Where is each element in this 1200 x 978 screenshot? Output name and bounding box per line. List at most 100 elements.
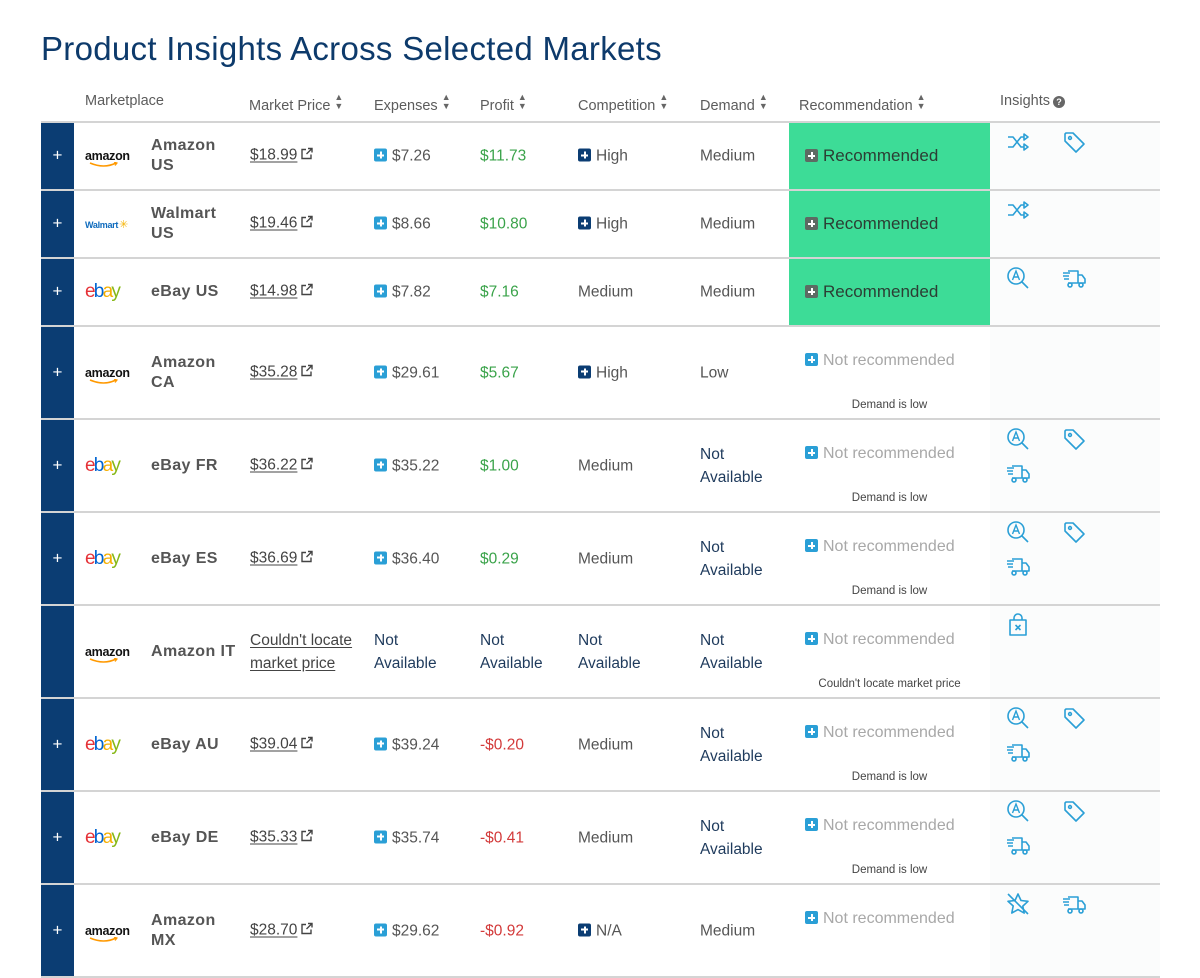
- search-text-icon[interactable]: [1005, 426, 1031, 452]
- search-text-icon[interactable]: [1005, 265, 1031, 291]
- market-price-link[interactable]: $36.22: [250, 456, 297, 473]
- sort-icon[interactable]: ▲ ▼: [917, 93, 926, 111]
- search-text-icon[interactable]: [1005, 519, 1031, 545]
- expand-expenses-icon[interactable]: [374, 830, 387, 843]
- market-price[interactable]: $28.70: [250, 921, 314, 940]
- market-price[interactable]: $36.69: [250, 549, 314, 568]
- sort-icon[interactable]: ▲ ▼: [334, 93, 343, 111]
- expand-row-button[interactable]: +: [41, 513, 74, 604]
- table-row: + ebay eBay DE $35.33 $35.74 -$0.41 Medium Not …: [41, 792, 1160, 885]
- search-text-icon[interactable]: [1005, 705, 1031, 731]
- star-off-icon[interactable]: [1005, 891, 1031, 917]
- price-tag-icon[interactable]: [1061, 519, 1087, 545]
- market-price[interactable]: $35.33: [250, 828, 314, 847]
- expand-expenses-icon[interactable]: [374, 737, 387, 750]
- expand-expenses-icon[interactable]: [374, 551, 387, 564]
- expand-recommendation-icon[interactable]: [805, 911, 818, 924]
- expand-recommendation-icon[interactable]: [805, 285, 818, 298]
- shuffle-icon[interactable]: [1005, 197, 1031, 223]
- expand-competition-icon[interactable]: [578, 365, 591, 378]
- market-price[interactable]: $35.28: [250, 363, 314, 382]
- external-link-icon[interactable]: [300, 828, 314, 847]
- table-row: amazon Amazon IT Couldn't locate market pr…: [41, 606, 1160, 699]
- expand-row-button[interactable]: +: [41, 885, 74, 976]
- external-link-icon[interactable]: [300, 283, 314, 302]
- expand-row-button[interactable]: +: [41, 259, 74, 325]
- shuffle-icon[interactable]: [1005, 129, 1031, 155]
- expand-expenses-icon[interactable]: [374, 216, 387, 230]
- expand-expenses-icon[interactable]: [374, 458, 387, 471]
- expand-competition-icon[interactable]: [578, 148, 591, 162]
- market-price-link[interactable]: $36.69: [250, 549, 297, 566]
- expand-row-button[interactable]: +: [41, 123, 74, 189]
- expand-row-button[interactable]: +: [41, 327, 74, 418]
- sort-icon[interactable]: ▲ ▼: [659, 93, 668, 111]
- expand-row-button[interactable]: +: [41, 699, 74, 790]
- sort-icon[interactable]: ▲ ▼: [759, 93, 768, 111]
- sort-icon[interactable]: ▲ ▼: [518, 93, 527, 111]
- expand-expenses-icon[interactable]: [374, 923, 387, 936]
- price-tag-icon[interactable]: [1061, 426, 1087, 452]
- expand-recommendation-icon[interactable]: [805, 818, 818, 831]
- expand-recommendation-icon[interactable]: [805, 539, 818, 552]
- expand-expenses-icon[interactable]: [374, 148, 387, 162]
- expand-expenses-icon[interactable]: [374, 365, 387, 378]
- delivery-truck-icon[interactable]: [1005, 460, 1031, 486]
- sort-icon[interactable]: ▲ ▼: [442, 93, 451, 111]
- expand-recommendation-icon[interactable]: [805, 353, 818, 366]
- expand-competition-icon[interactable]: [578, 216, 591, 230]
- expand-row-button[interactable]: +: [41, 792, 74, 883]
- expand-recommendation-icon[interactable]: [805, 632, 818, 645]
- external-link-icon[interactable]: [300, 147, 314, 166]
- column-header-profit[interactable]: Profit▲ ▼: [480, 93, 527, 115]
- market-price-link[interactable]: $39.04: [250, 735, 297, 752]
- column-header-demand[interactable]: Demand▲ ▼: [700, 93, 768, 115]
- price-tag-icon[interactable]: [1061, 798, 1087, 824]
- market-price[interactable]: $14.98: [250, 283, 314, 302]
- market-price-link[interactable]: $28.70: [250, 921, 297, 938]
- expand-recommendation-icon[interactable]: [805, 217, 818, 230]
- market-price[interactable]: Couldn't locate market price: [250, 629, 360, 675]
- external-link-icon[interactable]: [300, 921, 314, 940]
- delivery-truck-icon[interactable]: [1005, 739, 1031, 765]
- column-header-market-price[interactable]: Market Price▲ ▼: [249, 93, 343, 115]
- external-link-icon[interactable]: [300, 735, 314, 754]
- expenses-value: $8.66: [374, 213, 431, 236]
- market-price-link[interactable]: $18.99: [250, 147, 297, 164]
- market-price-link[interactable]: $35.33: [250, 828, 297, 845]
- expand-recommendation-icon[interactable]: [805, 149, 818, 162]
- external-link-icon[interactable]: [300, 456, 314, 475]
- search-text-icon[interactable]: [1005, 798, 1031, 824]
- expand-recommendation-icon[interactable]: [805, 725, 818, 738]
- external-link-icon[interactable]: [300, 215, 314, 234]
- insights-cell: [990, 792, 1160, 883]
- external-link-icon[interactable]: [300, 363, 314, 382]
- marketplace-name: Walmart US: [151, 205, 217, 242]
- expand-expenses-icon[interactable]: [374, 284, 387, 298]
- table-row: + ebay eBay AU $39.04 $39.24 -$0.20 Medium Not …: [41, 699, 1160, 792]
- expand-row-button[interactable]: +: [41, 420, 74, 511]
- price-tag-icon[interactable]: [1061, 129, 1087, 155]
- market-price[interactable]: $18.99: [250, 147, 314, 166]
- column-header-competition[interactable]: Competition▲ ▼: [578, 93, 668, 115]
- market-price[interactable]: $19.46: [250, 215, 314, 234]
- delivery-truck-icon[interactable]: [1005, 832, 1031, 858]
- delivery-truck-icon[interactable]: [1061, 265, 1087, 291]
- help-icon[interactable]: ?: [1052, 96, 1065, 108]
- delivery-truck-icon[interactable]: [1061, 891, 1087, 917]
- market-price-link[interactable]: Couldn't locate market price: [250, 632, 352, 672]
- delivery-truck-icon[interactable]: [1005, 553, 1031, 579]
- market-price[interactable]: $36.22: [250, 456, 314, 475]
- market-price-link[interactable]: $14.98: [250, 283, 297, 300]
- price-tag-icon[interactable]: [1061, 705, 1087, 731]
- column-header-expenses[interactable]: Expenses▲ ▼: [374, 93, 451, 115]
- external-link-icon[interactable]: [300, 549, 314, 568]
- market-price[interactable]: $39.04: [250, 735, 314, 754]
- expand-competition-icon[interactable]: [578, 923, 591, 936]
- column-header-recommendation[interactable]: Recommendation▲ ▼: [799, 93, 926, 115]
- expand-recommendation-icon[interactable]: [805, 446, 818, 459]
- market-price-link[interactable]: $35.28: [250, 363, 297, 380]
- bag-x-icon[interactable]: [1005, 612, 1031, 638]
- expand-row-button[interactable]: +: [41, 191, 74, 257]
- market-price-link[interactable]: $19.46: [250, 215, 297, 232]
